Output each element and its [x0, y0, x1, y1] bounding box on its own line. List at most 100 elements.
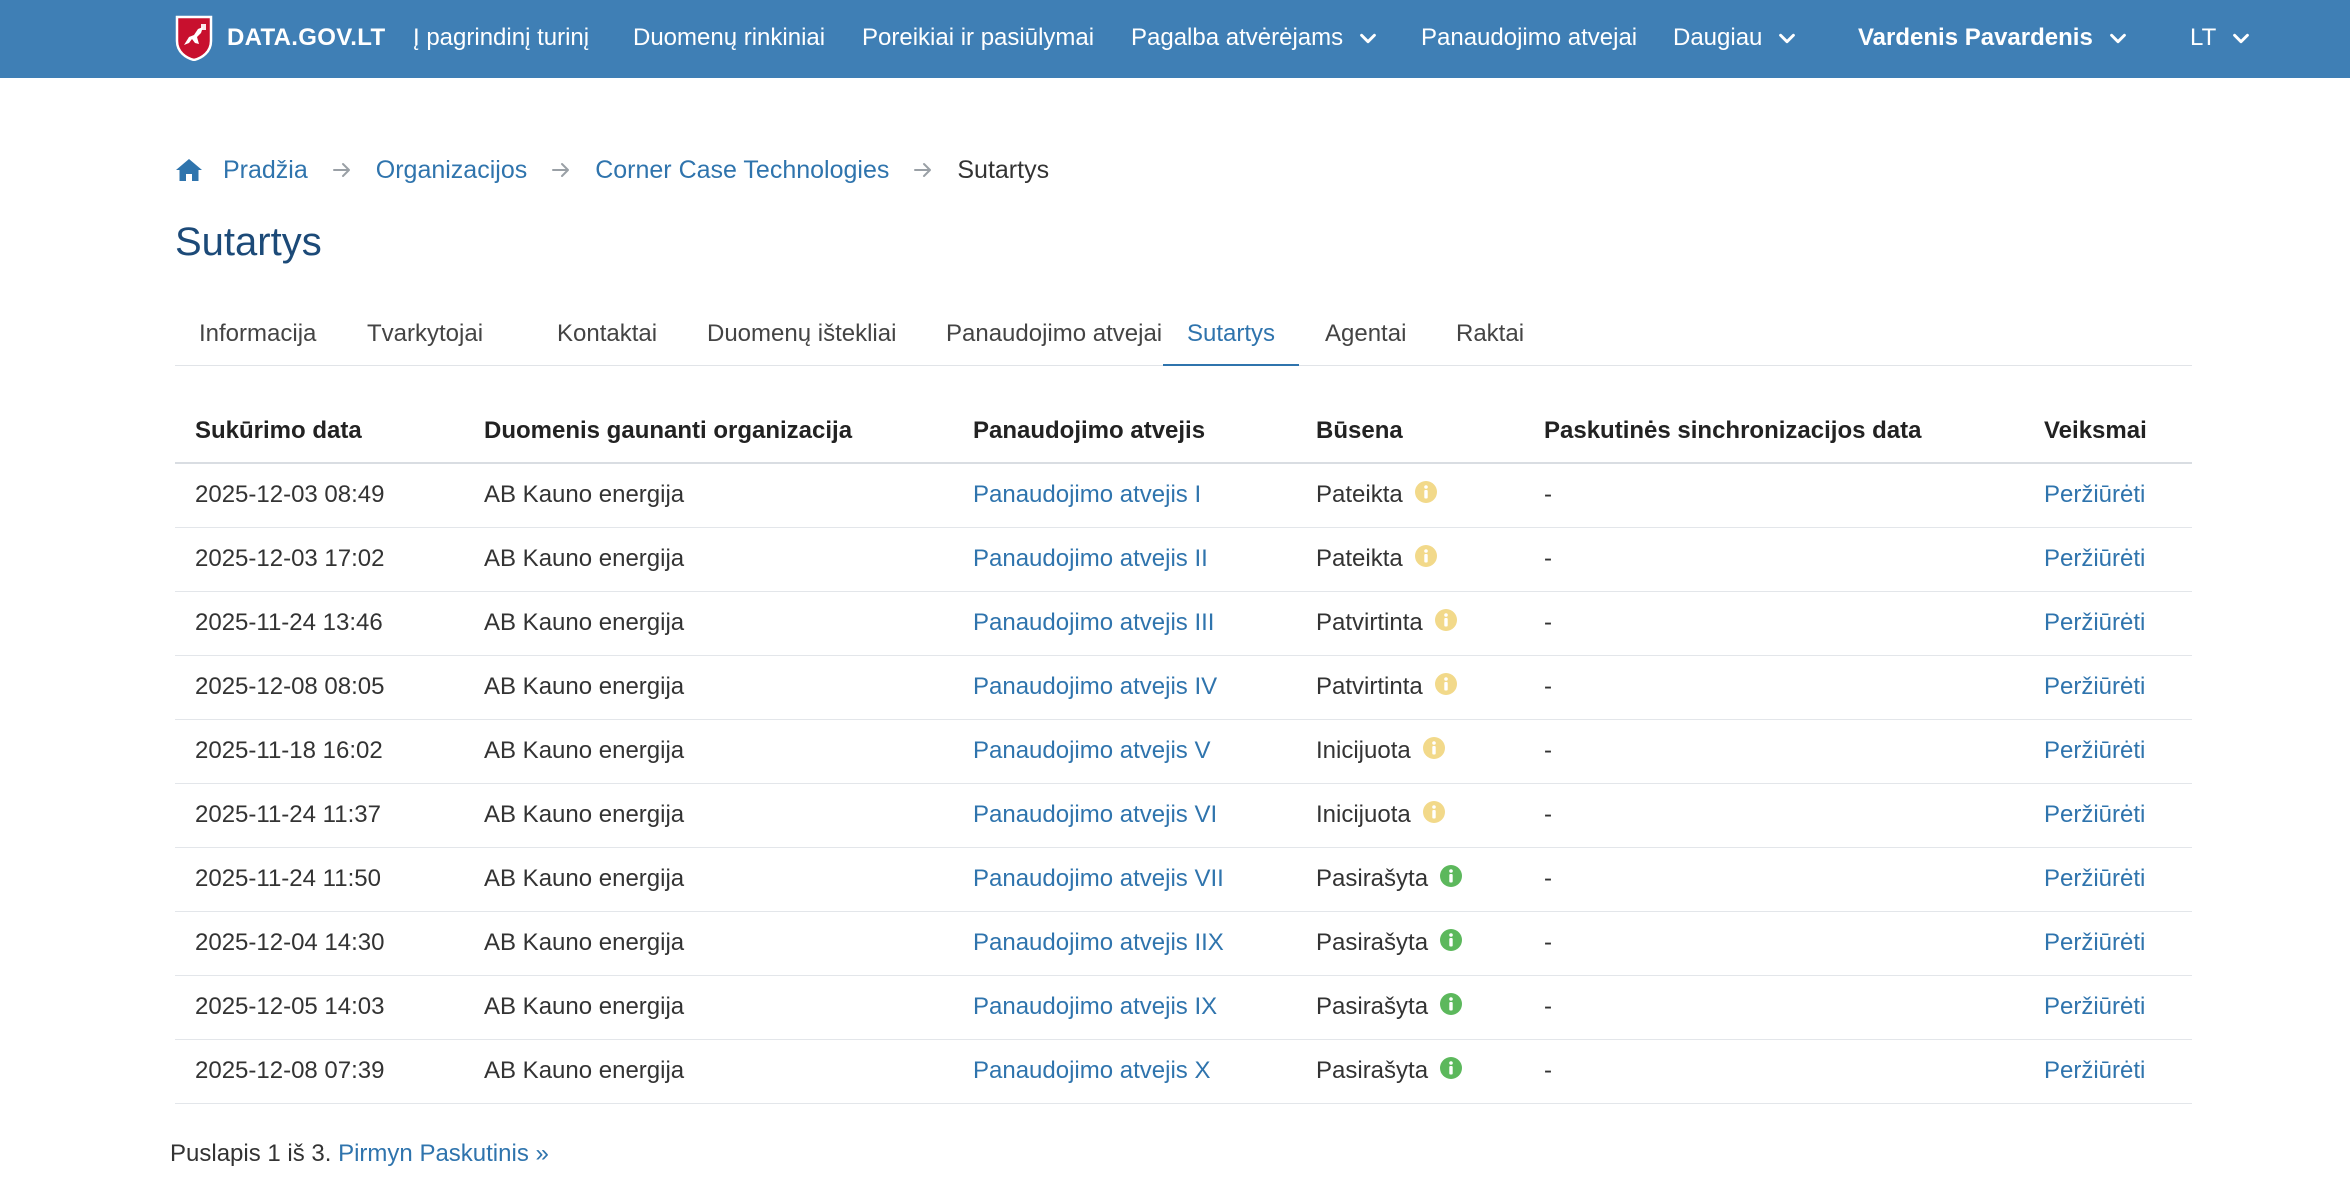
cell-status: Inicijuota [1296, 783, 1524, 848]
info-circle-icon[interactable] [1440, 929, 1463, 951]
language-label: LT [2190, 24, 2217, 51]
breadcrumb-organizations-link[interactable]: Organizacijos [376, 156, 527, 185]
use-case-link[interactable]: Panaudojimo atvejis VII [973, 865, 1224, 892]
nav-skip-to-content[interactable]: Į pagrindinį turinį [413, 0, 589, 76]
info-circle-icon[interactable] [1440, 1057, 1463, 1079]
cell-use-case: Panaudojimo atvejis VII [953, 847, 1296, 912]
use-case-link[interactable]: Panaudojimo atvejis I [973, 481, 1201, 508]
table-row: 2025-12-04 14:30 AB Kauno energija Panaudo… [175, 911, 2192, 976]
cell-organization: AB Kauno energija [464, 527, 953, 592]
organization-tabs: Informacija Tvarkytojai Kontaktai Duomen… [175, 312, 2192, 366]
table-row: 2025-11-24 13:46 AB Kauno energija Panaudo… [175, 591, 2192, 656]
status-label: Pateikta [1316, 545, 1403, 572]
site-logo[interactable]: DATA.GOV.LT [175, 15, 385, 61]
tab-agents[interactable]: Agentai [1301, 312, 1430, 366]
cell-status: Pasirašyta [1296, 975, 1524, 1040]
view-contract-link[interactable]: Peržiūrėti [2044, 1057, 2145, 1084]
cell-status: Patvirtinta [1296, 655, 1524, 720]
arrow-right-icon [332, 163, 350, 177]
cell-sync-date: - [1524, 527, 2024, 592]
use-case-link[interactable]: Panaudojimo atvejis II [973, 545, 1208, 572]
use-case-link[interactable]: Panaudojimo atvejis IIX [973, 929, 1224, 956]
view-contract-link[interactable]: Peržiūrėti [2044, 929, 2145, 956]
view-contract-link[interactable]: Peržiūrėti [2044, 801, 2145, 828]
cell-organization: AB Kauno energija [464, 847, 953, 912]
table-row: 2025-11-24 11:50 AB Kauno energija Panaudo… [175, 847, 2192, 912]
info-circle-icon[interactable] [1422, 737, 1445, 759]
breadcrumb-organization-link[interactable]: Corner Case Technologies [595, 156, 889, 185]
status-badge: Pasirašyta [1316, 929, 1463, 957]
cell-use-case: Panaudojimo atvejis I [953, 463, 1296, 528]
nav-label: Duomenų rinkiniai [633, 24, 826, 51]
arrow-right-icon [914, 163, 932, 177]
use-case-link[interactable]: Panaudojimo atvejis X [973, 1057, 1210, 1084]
tab-use-cases[interactable]: Panaudojimo atvejai [922, 312, 1186, 366]
cell-use-case: Panaudojimo atvejis II [953, 527, 1296, 592]
column-header-organization[interactable]: Duomenis gaunanti organizacija [464, 400, 953, 464]
nav-help-dropdown[interactable]: Pagalba atvėrėjams [1131, 0, 1379, 76]
use-case-link[interactable]: Panaudojimo atvejis IX [973, 993, 1217, 1020]
tab-contacts[interactable]: Kontaktai [533, 312, 681, 366]
cell-actions: Peržiūrėti [2024, 527, 2192, 592]
nav-more-dropdown[interactable]: Daugiau [1673, 0, 1798, 76]
tab-keys[interactable]: Raktai [1432, 312, 1548, 366]
cell-status: Pasirašyta [1296, 847, 1524, 912]
status-badge: Patvirtinta [1316, 673, 1457, 701]
view-contract-link[interactable]: Peržiūrėti [2044, 865, 2145, 892]
column-header-sync-date[interactable]: Paskutinės sinchronizacijos data [1524, 400, 2024, 464]
cell-created-date: 2025-12-05 14:03 [175, 975, 464, 1040]
view-contract-link[interactable]: Peržiūrėti [2044, 545, 2145, 572]
view-contract-link[interactable]: Peržiūrėti [2044, 481, 2145, 508]
info-circle-icon[interactable] [1414, 481, 1437, 504]
column-header-status[interactable]: Būsena [1296, 400, 1524, 464]
table-body: 2025-12-03 08:49 AB Kauno energija Panaudo… [175, 463, 2192, 1104]
home-icon[interactable] [175, 157, 203, 183]
nav-label: Daugiau [1673, 24, 1763, 51]
view-contract-link[interactable]: Peržiūrėti [2044, 609, 2145, 636]
table-row: 2025-12-05 14:03 AB Kauno energija Panaudo… [175, 975, 2192, 1040]
chevron-down-icon [1360, 33, 1377, 44]
info-circle-icon[interactable] [1434, 609, 1457, 631]
nav-datasets[interactable]: Duomenų rinkiniai [633, 0, 825, 76]
column-header-use-case[interactable]: Panaudojimo atvejis [953, 400, 1296, 464]
tab-information[interactable]: Informacija [175, 312, 340, 366]
info-circle-icon[interactable] [1440, 993, 1463, 1015]
column-header-created[interactable]: Sukūrimo data [175, 400, 464, 464]
table-row: 2025-11-24 11:37 AB Kauno energija Panaudo… [175, 783, 2192, 848]
cell-organization: AB Kauno energija [464, 655, 953, 720]
cell-organization: AB Kauno energija [464, 1039, 953, 1104]
use-case-link[interactable]: Panaudojimo atvejis III [973, 609, 1214, 636]
pagination-next-link[interactable]: Pirmyn [338, 1140, 413, 1167]
use-case-link[interactable]: Panaudojimo atvejis VI [973, 801, 1217, 828]
view-contract-link[interactable]: Peržiūrėti [2044, 673, 2145, 700]
view-contract-link[interactable]: Peržiūrėti [2044, 737, 2145, 764]
info-circle-icon[interactable] [1440, 865, 1463, 887]
breadcrumb-home-link[interactable]: Pradžia [223, 156, 308, 185]
table-row: 2025-12-03 08:49 AB Kauno energija Panaudo… [175, 463, 2192, 528]
status-badge: Pateikta [1316, 545, 1437, 573]
cell-status: Pasirašyta [1296, 1039, 1524, 1104]
status-label: Pasirašyta [1316, 993, 1429, 1020]
tab-managers[interactable]: Tvarkytojai [343, 312, 507, 366]
view-contract-link[interactable]: Peržiūrėti [2044, 993, 2145, 1020]
table-row: 2025-12-03 17:02 AB Kauno energija Panaudo… [175, 527, 2192, 592]
info-circle-icon[interactable] [1434, 673, 1457, 695]
cell-created-date: 2025-11-24 11:50 [175, 847, 464, 912]
nav-requests[interactable]: Poreikiai ir pasiūlymai [862, 0, 1094, 76]
cell-created-date: 2025-11-24 13:46 [175, 591, 464, 656]
pagination-last-link[interactable]: Paskutinis » [419, 1140, 548, 1167]
cell-actions: Peržiūrėti [2024, 591, 2192, 656]
nav-use-cases[interactable]: Panaudojimo atvejai [1421, 0, 1637, 76]
use-case-link[interactable]: Panaudojimo atvejis IV [973, 673, 1217, 700]
tab-contracts[interactable]: Sutartys [1163, 312, 1300, 366]
status-label: Inicijuota [1316, 737, 1411, 764]
language-dropdown[interactable]: LT [2190, 0, 2252, 76]
user-menu-dropdown[interactable]: Vardenis Pavardenis [1858, 0, 2129, 76]
use-case-link[interactable]: Panaudojimo atvejis V [973, 737, 1210, 764]
cell-status: Pasirašyta [1296, 911, 1524, 976]
status-label: Pasirašyta [1316, 929, 1429, 956]
info-circle-icon[interactable] [1422, 801, 1445, 823]
tab-data-resources[interactable]: Duomenų ištekliai [683, 312, 920, 366]
top-navigation-bar: DATA.GOV.LT Į pagrindinį turinį Duomenų … [0, 0, 2350, 78]
info-circle-icon[interactable] [1414, 545, 1437, 567]
